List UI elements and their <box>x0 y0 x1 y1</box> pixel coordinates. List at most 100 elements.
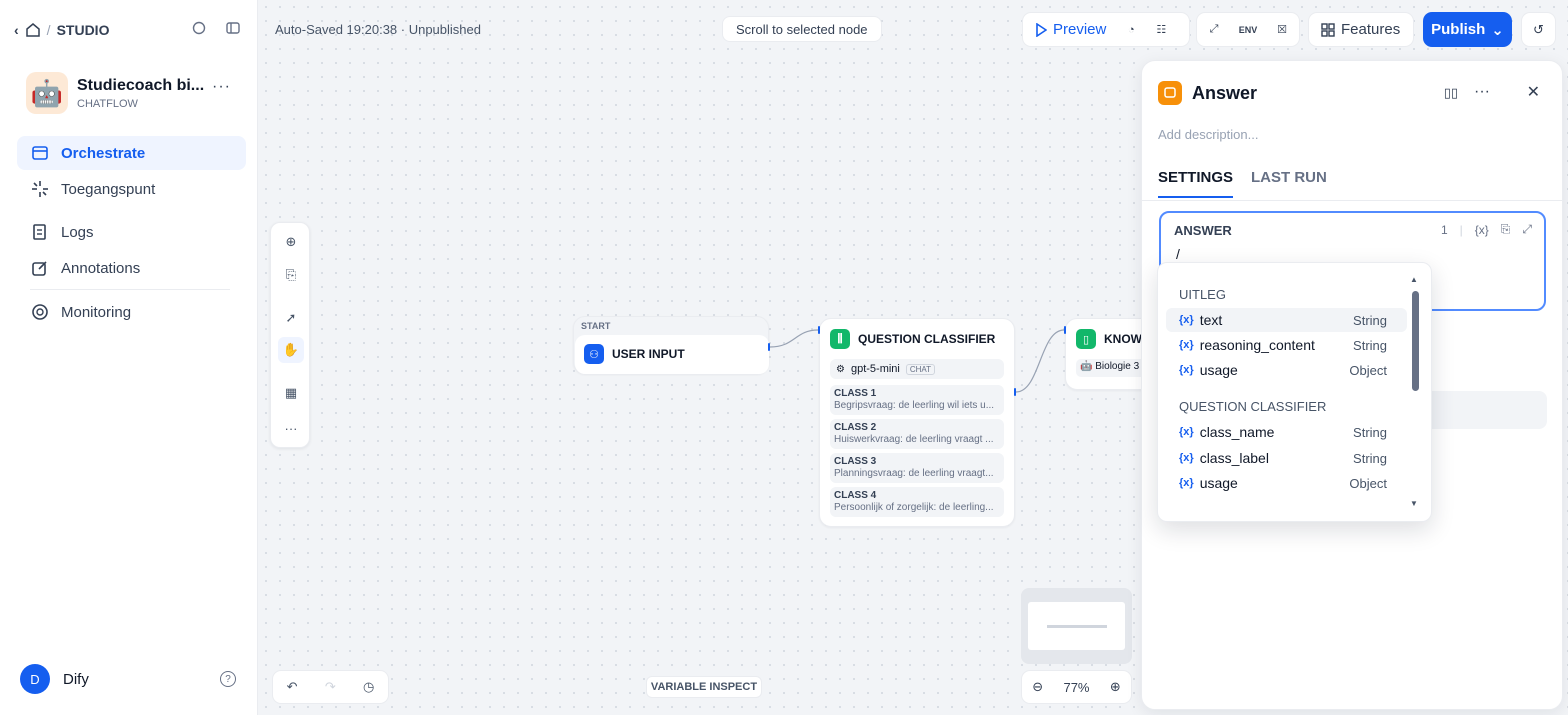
back-icon[interactable]: ‹ <box>14 22 19 38</box>
zoom-level[interactable]: 77% <box>1063 680 1089 695</box>
variable-option[interactable]: {x} reasoning_content String <box>1166 333 1407 357</box>
answer-input[interactable]: / <box>1176 246 1180 262</box>
zoom-out-icon[interactable]: ⊖ <box>1032 679 1043 695</box>
nav-item-toegangspunt[interactable]: Toegangspunt <box>17 172 246 206</box>
classifier-in-handle[interactable] <box>818 326 820 334</box>
start-node-tag: START <box>581 321 611 331</box>
publish-button[interactable]: Publish ⌄ <box>1423 12 1512 47</box>
tab-last-run[interactable]: LAST RUN <box>1251 169 1327 198</box>
organize-icon[interactable]: ▦ <box>278 380 304 406</box>
tab-divider <box>1142 200 1562 201</box>
add-node-icon[interactable]: ⊕ <box>278 229 304 255</box>
nav-label: Toegangspunt <box>61 180 156 198</box>
features-button[interactable]: Features <box>1309 21 1412 38</box>
tools-separator: | <box>1459 222 1463 237</box>
sidebar: ‹ / STUDIO 🤖 Studiecoach bi... CHATFLOW … <box>0 0 258 715</box>
close-icon[interactable]: ✕ <box>1527 82 1540 102</box>
collapse-sidebar-icon[interactable] <box>225 20 241 36</box>
tab-settings[interactable]: SETTINGS <box>1158 169 1234 198</box>
variable-inspect-button[interactable]: VARIABLE INSPECT <box>646 676 762 698</box>
nav-item-annotations[interactable]: Annotations <box>17 251 246 285</box>
nav-divider <box>30 289 230 290</box>
run-history-icon[interactable]: ◔ <box>1122 21 1140 39</box>
chat-refresh-icon[interactable] <box>191 20 207 36</box>
home-icon[interactable] <box>25 22 41 38</box>
start-node-body: ⚇ USER INPUT <box>575 335 769 374</box>
scroll-to-node-button[interactable]: Scroll to selected node <box>722 16 882 42</box>
version-history-icon[interactable]: ↺ <box>1521 12 1556 47</box>
scroll-down-icon[interactable]: ▼ <box>1410 499 1418 508</box>
app-name: Studiecoach bi... <box>77 76 205 94</box>
checklist-icon[interactable]: ☷ <box>1152 21 1170 39</box>
variable-option[interactable]: {x} usage Object <box>1166 471 1407 495</box>
minimap-nodes <box>1047 625 1107 628</box>
more-tools-icon[interactable]: ··· <box>278 415 304 441</box>
insert-variable-icon[interactable]: {x} <box>1475 223 1489 237</box>
classifier-out-handle[interactable] <box>1014 388 1016 396</box>
copy-icon[interactable]: ⎘ <box>1501 222 1511 237</box>
nav-label: Logs <box>61 223 94 241</box>
panel-more-icon[interactable]: ··· <box>1474 83 1490 101</box>
class-item: CLASS 2 Huiswerkvraag: de leerling vraagt… <box>830 419 1004 449</box>
undo-icon[interactable]: ↶ <box>287 679 298 695</box>
group-title: UITLEG <box>1179 287 1226 302</box>
app-card[interactable]: 🤖 Studiecoach bi... CHATFLOW <box>26 72 204 114</box>
nav-item-monitoring[interactable]: Monitoring <box>17 295 246 329</box>
variable-option[interactable]: {x} class_name String <box>1166 420 1407 444</box>
redo-icon[interactable]: ↷ <box>325 679 336 695</box>
global-vars-icon[interactable]: ☒ <box>1273 21 1291 39</box>
nav-item-logs[interactable]: Logs <box>17 215 246 249</box>
breadcrumb-studio[interactable]: STUDIO <box>57 22 110 38</box>
start-node[interactable]: START ⚇ USER INPUT <box>573 316 769 374</box>
orchestrate-icon <box>32 146 48 160</box>
pointer-icon[interactable]: ➚ <box>278 305 304 331</box>
expand-icon[interactable]: ⤢ <box>1522 222 1532 237</box>
answer-icon <box>1158 81 1182 105</box>
answer-label: ANSWER <box>1174 223 1232 238</box>
hand-icon[interactable]: ✋ <box>278 337 304 363</box>
classifier-icon: ⫼ <box>830 329 850 349</box>
variable-dropdown: ▲ ▼ UITLEG {x} text String {x} reasoning_co… <box>1157 262 1432 522</box>
variable-option[interactable]: {x} text String <box>1166 308 1407 332</box>
question-classifier-node[interactable]: ⫼ QUESTION CLASSIFIER ⚙ gpt-5-mini CHAT … <box>819 318 1015 527</box>
access-point-icon <box>32 181 48 197</box>
undo-redo-bar: ↶ ↷ ◷ <box>272 670 389 704</box>
user-menu[interactable]: D Dify <box>20 664 89 694</box>
nav-label: Orchestrate <box>61 144 146 162</box>
dropdown-scrollbar[interactable] <box>1412 291 1419 391</box>
help-icon[interactable]: ? <box>220 671 236 687</box>
description-field[interactable]: Add description... <box>1158 127 1258 142</box>
history-icon[interactable]: ◷ <box>363 679 374 695</box>
monitoring-icon <box>32 304 48 320</box>
class-item: CLASS 1 Begripsvraag: de leerling wil iet… <box>830 385 1004 415</box>
breadcrumb-separator: / <box>46 22 51 38</box>
conversation-vars-icon[interactable]: ⤢ <box>1205 21 1223 39</box>
panel-title[interactable]: Answer <box>1192 83 1257 104</box>
knowledge-in-handle[interactable] <box>1064 326 1066 334</box>
nav-item-orchestrate[interactable]: Orchestrate <box>17 136 246 170</box>
zoom-in-icon[interactable]: ⊕ <box>1110 679 1121 695</box>
model-selector[interactable]: ⚙ gpt-5-mini CHAT <box>830 359 1004 379</box>
features-label: Features <box>1341 21 1401 38</box>
preview-button[interactable]: Preview <box>1023 21 1118 38</box>
add-note-icon[interactable]: ⎘ <box>278 262 304 288</box>
start-out-handle[interactable] <box>768 343 770 351</box>
model-tag: CHAT <box>905 363 936 375</box>
variable-option[interactable]: {x} class_label String <box>1166 446 1407 470</box>
autosave-status: Auto-Saved 19:20:38 · Unpublished <box>275 22 481 37</box>
chevron-down-icon: ⌄ <box>1491 21 1504 39</box>
user-name: Dify <box>63 670 89 688</box>
scroll-up-icon[interactable]: ▲ <box>1410 275 1418 284</box>
variable-option[interactable]: {x} usage Object <box>1166 358 1407 382</box>
knowledge-icon: ▯ <box>1076 329 1096 349</box>
minimap[interactable] <box>1021 588 1132 664</box>
zoom-bar: ⊖ 77% ⊕ <box>1021 670 1132 704</box>
help-book-icon[interactable]: ▯▯ <box>1444 85 1458 101</box>
app-more-icon[interactable]: ··· <box>212 78 231 96</box>
annotations-icon <box>32 261 47 276</box>
env-vars-icon[interactable]: ENV <box>1239 21 1258 39</box>
features-icon <box>1321 22 1335 37</box>
user-input-icon: ⚇ <box>584 344 604 364</box>
class-item: CLASS 3 Planningsvraag: de leerling vraag… <box>830 453 1004 483</box>
answer-count: 1 <box>1440 222 1448 237</box>
